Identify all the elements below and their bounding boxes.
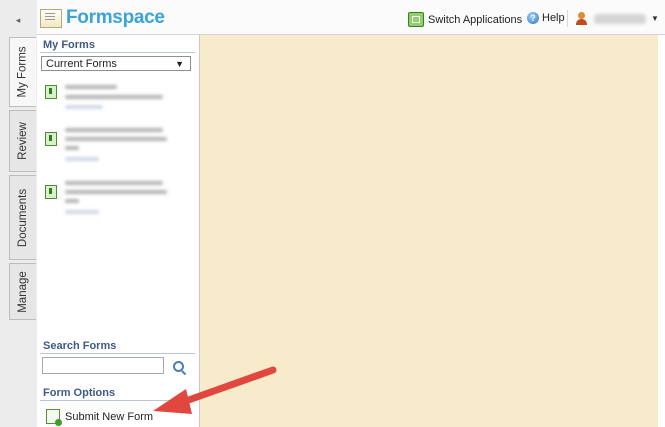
submit-new-form-label: Submit New Form — [65, 410, 154, 423]
switch-applications-icon — [408, 12, 424, 27]
form-options-heading: Form Options — [43, 387, 116, 399]
tab-manage-label: Manage — [17, 270, 29, 313]
user-menu-chevron-icon: ▼ — [651, 14, 659, 23]
help-label: Help — [542, 12, 565, 24]
redacted-text — [65, 128, 163, 132]
tab-review[interactable]: Review — [9, 110, 36, 172]
left-panel: My Forms Current Forms ▼ Search Forms Fo… — [37, 35, 200, 427]
submit-new-form-button[interactable]: Submit New Form — [46, 409, 154, 426]
tab-manage[interactable]: Manage — [9, 263, 36, 320]
switch-applications-button[interactable]: Switch Applications ▼ — [408, 12, 535, 27]
switch-applications-label: Switch Applications — [428, 13, 523, 26]
forms-filter-value: Current Forms — [46, 58, 117, 70]
tab-review-label: Review — [17, 122, 29, 160]
tab-documents-label: Documents — [17, 188, 30, 247]
tab-my-forms[interactable]: My Forms — [9, 37, 36, 107]
redacted-text — [65, 95, 163, 99]
list-item[interactable] — [45, 85, 185, 121]
section-divider — [40, 400, 195, 401]
tab-my-forms-label: My Forms — [17, 46, 30, 98]
redacted-text — [65, 181, 163, 185]
my-forms-heading: My Forms — [43, 39, 95, 51]
form-icon — [45, 185, 57, 199]
main-content-area — [200, 35, 658, 427]
new-form-icon — [46, 409, 62, 426]
search-icon — [172, 360, 184, 372]
redacted-text — [65, 157, 99, 161]
logo-text: Formspace — [66, 7, 165, 28]
redacted-text — [65, 199, 79, 203]
redacted-text — [65, 85, 117, 89]
user-name-redacted — [594, 13, 646, 24]
help-button[interactable]: ? Help — [527, 12, 565, 24]
collapse-arrow-icon[interactable]: ◂ — [9, 11, 27, 29]
redacted-text — [65, 190, 167, 194]
search-forms-heading: Search Forms — [43, 340, 117, 352]
dropdown-arrow-icon: ▼ — [175, 59, 184, 69]
section-divider — [40, 52, 195, 53]
app-header: Formspace Switch Applications ▼ ? Help ▼ — [37, 0, 665, 35]
redacted-text — [65, 137, 167, 141]
app-logo[interactable]: Formspace — [40, 7, 165, 29]
redacted-text — [65, 105, 103, 109]
form-icon — [45, 85, 57, 99]
vertical-tab-rail: ◂ My Forms Review Documents Manage — [0, 0, 38, 427]
search-button[interactable] — [169, 357, 187, 375]
redacted-text — [65, 210, 99, 214]
forms-filter-select[interactable]: Current Forms ▼ — [41, 56, 191, 71]
user-menu-button[interactable]: ▼ — [575, 12, 659, 25]
formspace-logo-icon — [40, 8, 62, 28]
list-item[interactable] — [45, 181, 185, 227]
tab-documents[interactable]: Documents — [9, 175, 36, 260]
user-icon — [575, 12, 588, 25]
redacted-text — [65, 146, 79, 150]
form-icon — [45, 132, 57, 146]
header-divider — [567, 10, 568, 27]
list-item[interactable] — [45, 128, 185, 174]
section-divider — [40, 353, 195, 354]
help-icon: ? — [527, 12, 539, 24]
search-input[interactable] — [42, 357, 164, 374]
